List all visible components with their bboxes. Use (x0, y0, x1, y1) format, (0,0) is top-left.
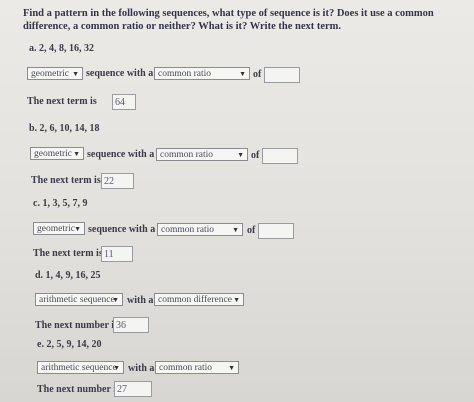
sequence-d-type-value: arithmetic sequence (39, 295, 115, 305)
chevron-down-icon: ▼ (233, 296, 240, 304)
sequence-with-label: sequence with a (88, 224, 156, 235)
sequence-a-label: a. 2, 4, 8, 16, 32 (29, 43, 94, 54)
sequence-b-type-value: geometric (34, 149, 72, 159)
sequence-c-label: c. 1, 3, 5, 7, 9 (33, 198, 88, 209)
sequence-with-label: sequence with a (86, 68, 154, 79)
sequence-b-of-input[interactable] (262, 148, 298, 164)
sequence-e-type-value: arithmetic sequence (41, 363, 117, 373)
chevron-down-icon: ▼ (228, 364, 235, 372)
worksheet-page: Find a pattern in the following sequence… (0, 0, 474, 402)
sequence-b-type-select[interactable]: geometric ▼ (30, 147, 84, 160)
next-term-label: The next term is (31, 175, 101, 186)
next-number-label: The next number is (37, 384, 120, 395)
sequence-e-type-select[interactable]: arithmetic sequence ▼ (37, 361, 124, 374)
sequence-b-rule-select[interactable]: common ratio ▼ (156, 148, 248, 161)
sequence-b-label: b. 2, 6, 10, 14, 18 (29, 123, 100, 134)
with-a-label: with a (127, 295, 154, 306)
sequence-a-next-input[interactable]: 64 (112, 94, 136, 110)
sequence-b-next-input[interactable]: 22 (101, 173, 134, 189)
next-term-label: The next term is (33, 248, 103, 259)
chevron-down-icon: ▼ (113, 364, 120, 372)
sequence-d-rule-select[interactable]: common difference ▼ (154, 293, 244, 306)
sequence-d-type-select[interactable]: arithmetic sequence ▼ (35, 293, 123, 306)
sequence-c-next-input[interactable]: 11 (101, 246, 133, 262)
sequence-e-label: e. 2, 5, 9, 14, 20 (37, 339, 102, 350)
of-label: of (253, 69, 262, 80)
sequence-a-type-value: geometric (31, 69, 69, 79)
chevron-down-icon: ▼ (239, 70, 246, 78)
chevron-down-icon: ▼ (112, 296, 119, 304)
sequence-a-rule-value: common ratio (158, 69, 212, 79)
sequence-c-type-value: geometric (37, 224, 75, 234)
sequence-c-rule-value: common ratio (161, 225, 215, 235)
chevron-down-icon: ▼ (72, 70, 79, 78)
sequence-e-rule-select[interactable]: common ratio ▼ (155, 361, 239, 374)
chevron-down-icon: ▼ (237, 151, 244, 159)
sequence-a-of-input[interactable] (264, 67, 300, 83)
sequence-d-label: d. 1, 4, 9, 16, 25 (35, 270, 101, 281)
with-a-label: with a (128, 363, 155, 374)
chevron-down-icon: ▼ (73, 150, 80, 158)
next-term-label: The next term is (27, 96, 97, 107)
sequence-c-of-input[interactable] (258, 223, 294, 239)
sequence-e-rule-value: common ratio (159, 363, 213, 373)
question-prompt: Find a pattern in the following sequence… (23, 8, 434, 32)
sequence-d-next-input[interactable]: 36 (113, 317, 149, 333)
next-number-label: The next number is (35, 320, 118, 331)
sequence-b-rule-value: common ratio (160, 150, 214, 160)
of-label: of (251, 150, 260, 161)
sequence-d-rule-value: common difference (158, 295, 232, 305)
of-label: of (247, 225, 256, 236)
sequence-with-label: sequence with a (87, 149, 155, 160)
sequence-c-type-select[interactable]: geometric ▼ (33, 222, 85, 235)
sequence-e-next-input[interactable]: 27 (114, 381, 152, 397)
chevron-down-icon: ▼ (232, 226, 239, 234)
sequence-a-type-select[interactable]: geometric ▼ (27, 67, 83, 80)
sequence-c-rule-select[interactable]: common ratio ▼ (157, 223, 243, 236)
chevron-down-icon: ▼ (74, 225, 81, 233)
sequence-a-rule-select[interactable]: common ratio ▼ (154, 67, 250, 80)
